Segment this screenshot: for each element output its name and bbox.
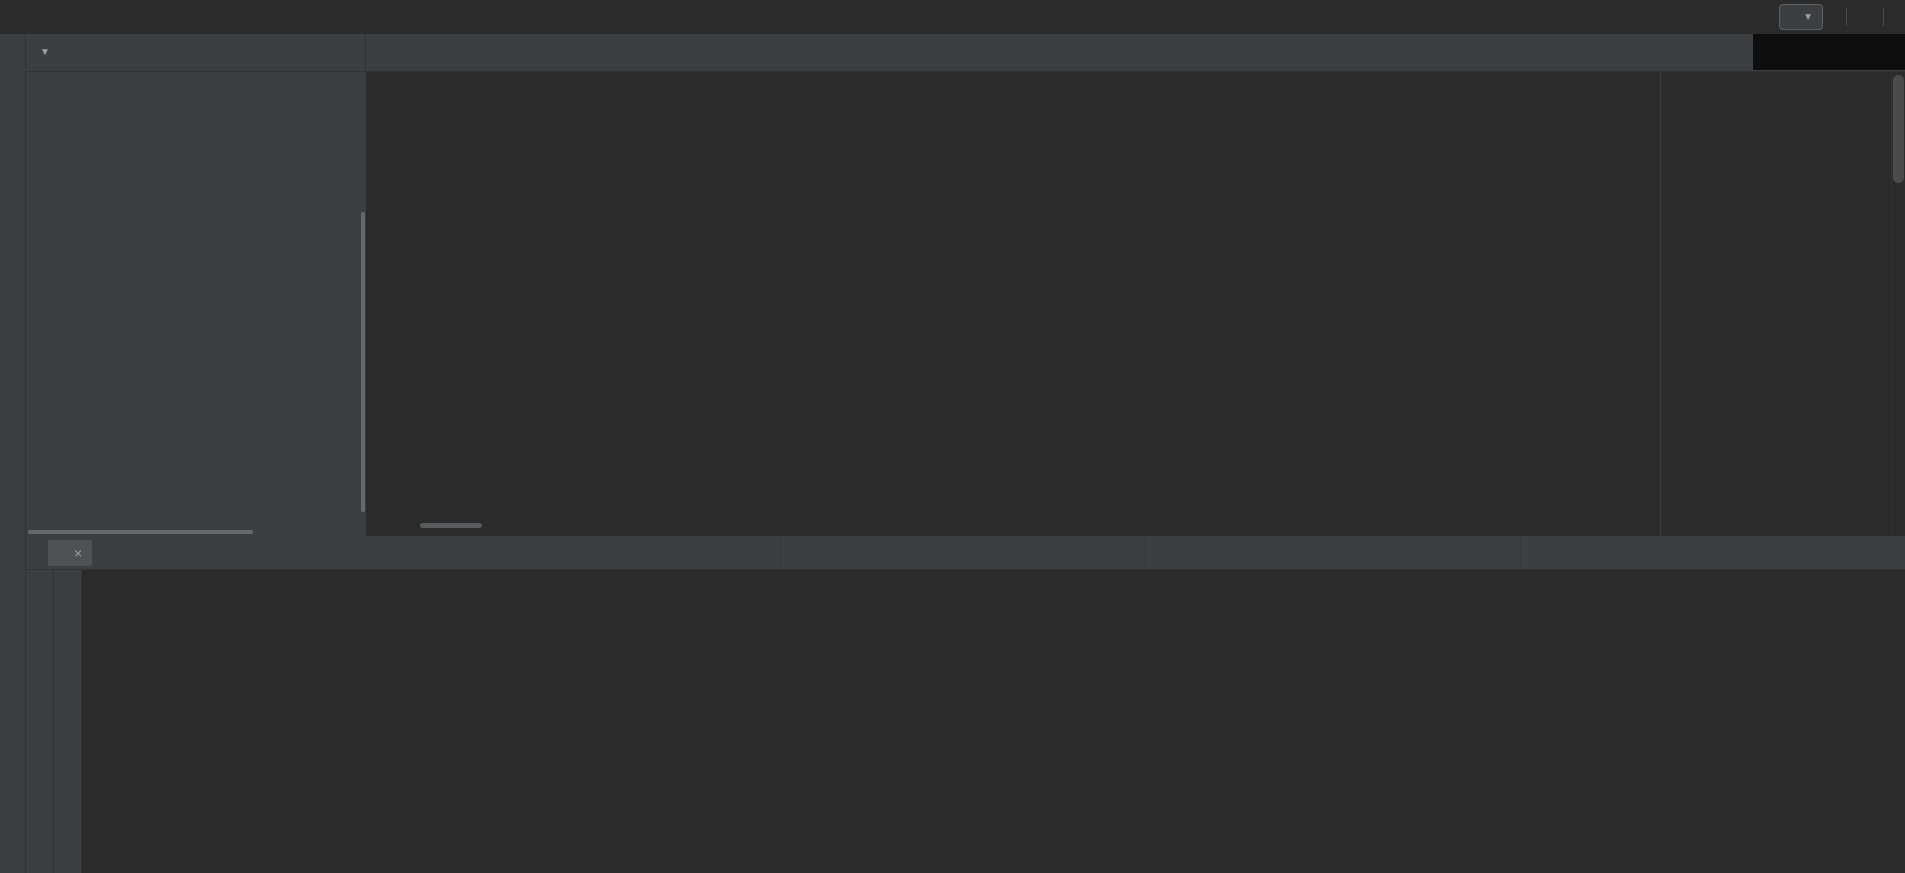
header-separator — [1520, 536, 1521, 569]
project-tool-header: ▼ — [26, 34, 366, 71]
project-tree-panel — [26, 72, 366, 536]
run-console — [82, 570, 1905, 873]
project-horizontal-scrollbar[interactable] — [28, 530, 253, 534]
editor-horizontal-scrollbar[interactable] — [420, 523, 482, 528]
error-stripe[interactable] — [1891, 72, 1905, 536]
header-separator — [1145, 536, 1146, 569]
run-tab[interactable]: × — [48, 539, 93, 566]
meeting-overlay-button[interactable] — [1753, 34, 1905, 70]
toolbar-separator — [1846, 8, 1847, 26]
close-icon[interactable]: × — [74, 545, 82, 561]
toolbar-separator — [1883, 8, 1884, 26]
pycharm-window: { "colors": { "selection_blue": "#3a66c6… — [0, 0, 1905, 873]
run-toolbar — [26, 570, 82, 873]
inspections-widget — [1841, 77, 1853, 81]
editor-vertical-scrollbar[interactable] — [1893, 75, 1904, 183]
code-editor — [366, 72, 1905, 536]
run-tool-window: × — [26, 536, 1905, 873]
run-tool-header: × — [26, 536, 1905, 570]
main-toolbar: ▼ — [1779, 4, 1895, 30]
second-row: ▼ — [26, 34, 1905, 72]
chevron-down-icon[interactable]: ▼ — [40, 47, 50, 58]
editor-tab-bar — [366, 34, 1905, 71]
run-configuration-select[interactable]: ▼ — [1779, 4, 1823, 30]
project-vertical-scrollbar[interactable] — [361, 212, 365, 512]
chevron-down-icon: ▼ — [1803, 11, 1813, 23]
margin-guide-line — [1660, 72, 1661, 536]
title-bar: ▼ — [0, 0, 1905, 34]
left-tool-stripe — [0, 34, 26, 873]
header-separator — [780, 536, 781, 569]
